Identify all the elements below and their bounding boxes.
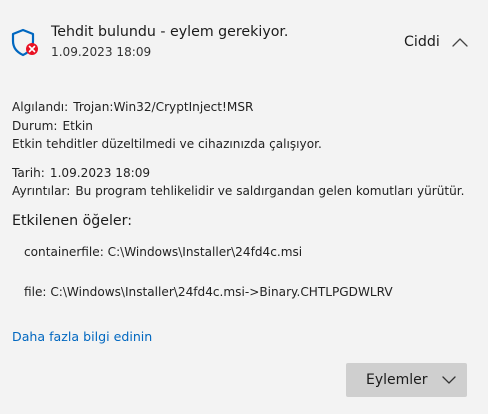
date-label: Tarih: bbox=[12, 166, 45, 180]
actions-button-label: Eylemler bbox=[366, 372, 428, 388]
status-row: Durum: Etkin bbox=[12, 119, 93, 133]
threat-datetime: 1.09.2023 18:09 bbox=[51, 45, 152, 59]
details-value: Bu program tehlikelidir ve saldırgandan … bbox=[75, 184, 465, 198]
affected-item: containerfile: C:\Windows\Installer\24fd… bbox=[24, 245, 303, 259]
chevron-up-icon[interactable] bbox=[448, 30, 472, 54]
learn-more-link[interactable]: Daha fazla bilgi edinin bbox=[12, 329, 152, 344]
details-label: Ayrıntılar: bbox=[12, 184, 71, 198]
chevron-down-icon bbox=[442, 376, 456, 384]
date-row: Tarih: 1.09.2023 18:09 bbox=[12, 166, 150, 180]
threat-header: Tehdit bulundu - eylem gerekiyor. 1.09.2… bbox=[0, 0, 488, 80]
status-value: Etkin bbox=[62, 119, 93, 133]
threat-title: Tehdit bulundu - eylem gerekiyor. bbox=[51, 24, 289, 40]
status-note: Etkin tehditler düzeltilmedi ve cihazını… bbox=[12, 137, 322, 151]
affected-item: file: C:\Windows\Installer\24fd4c.msi->B… bbox=[24, 285, 393, 299]
detected-row: Algılandı: Trojan:Win32/CryptInject!MSR bbox=[12, 100, 253, 114]
detected-label: Algılandı: bbox=[12, 100, 69, 114]
severity-label: Ciddi bbox=[404, 34, 440, 50]
detected-value: Trojan:Win32/CryptInject!MSR bbox=[73, 100, 254, 114]
date-value: 1.09.2023 18:09 bbox=[49, 166, 151, 180]
affected-items-title: Etkilenen öğeler: bbox=[12, 213, 133, 229]
shield-warning-icon bbox=[11, 28, 38, 57]
details-row: Ayrıntılar: Bu program tehlikelidir ve sa… bbox=[12, 184, 465, 198]
status-label: Durum: bbox=[12, 119, 58, 133]
threat-details-panel: Tehdit bulundu - eylem gerekiyor. 1.09.2… bbox=[0, 0, 488, 414]
actions-button[interactable]: Eylemler bbox=[346, 363, 467, 397]
